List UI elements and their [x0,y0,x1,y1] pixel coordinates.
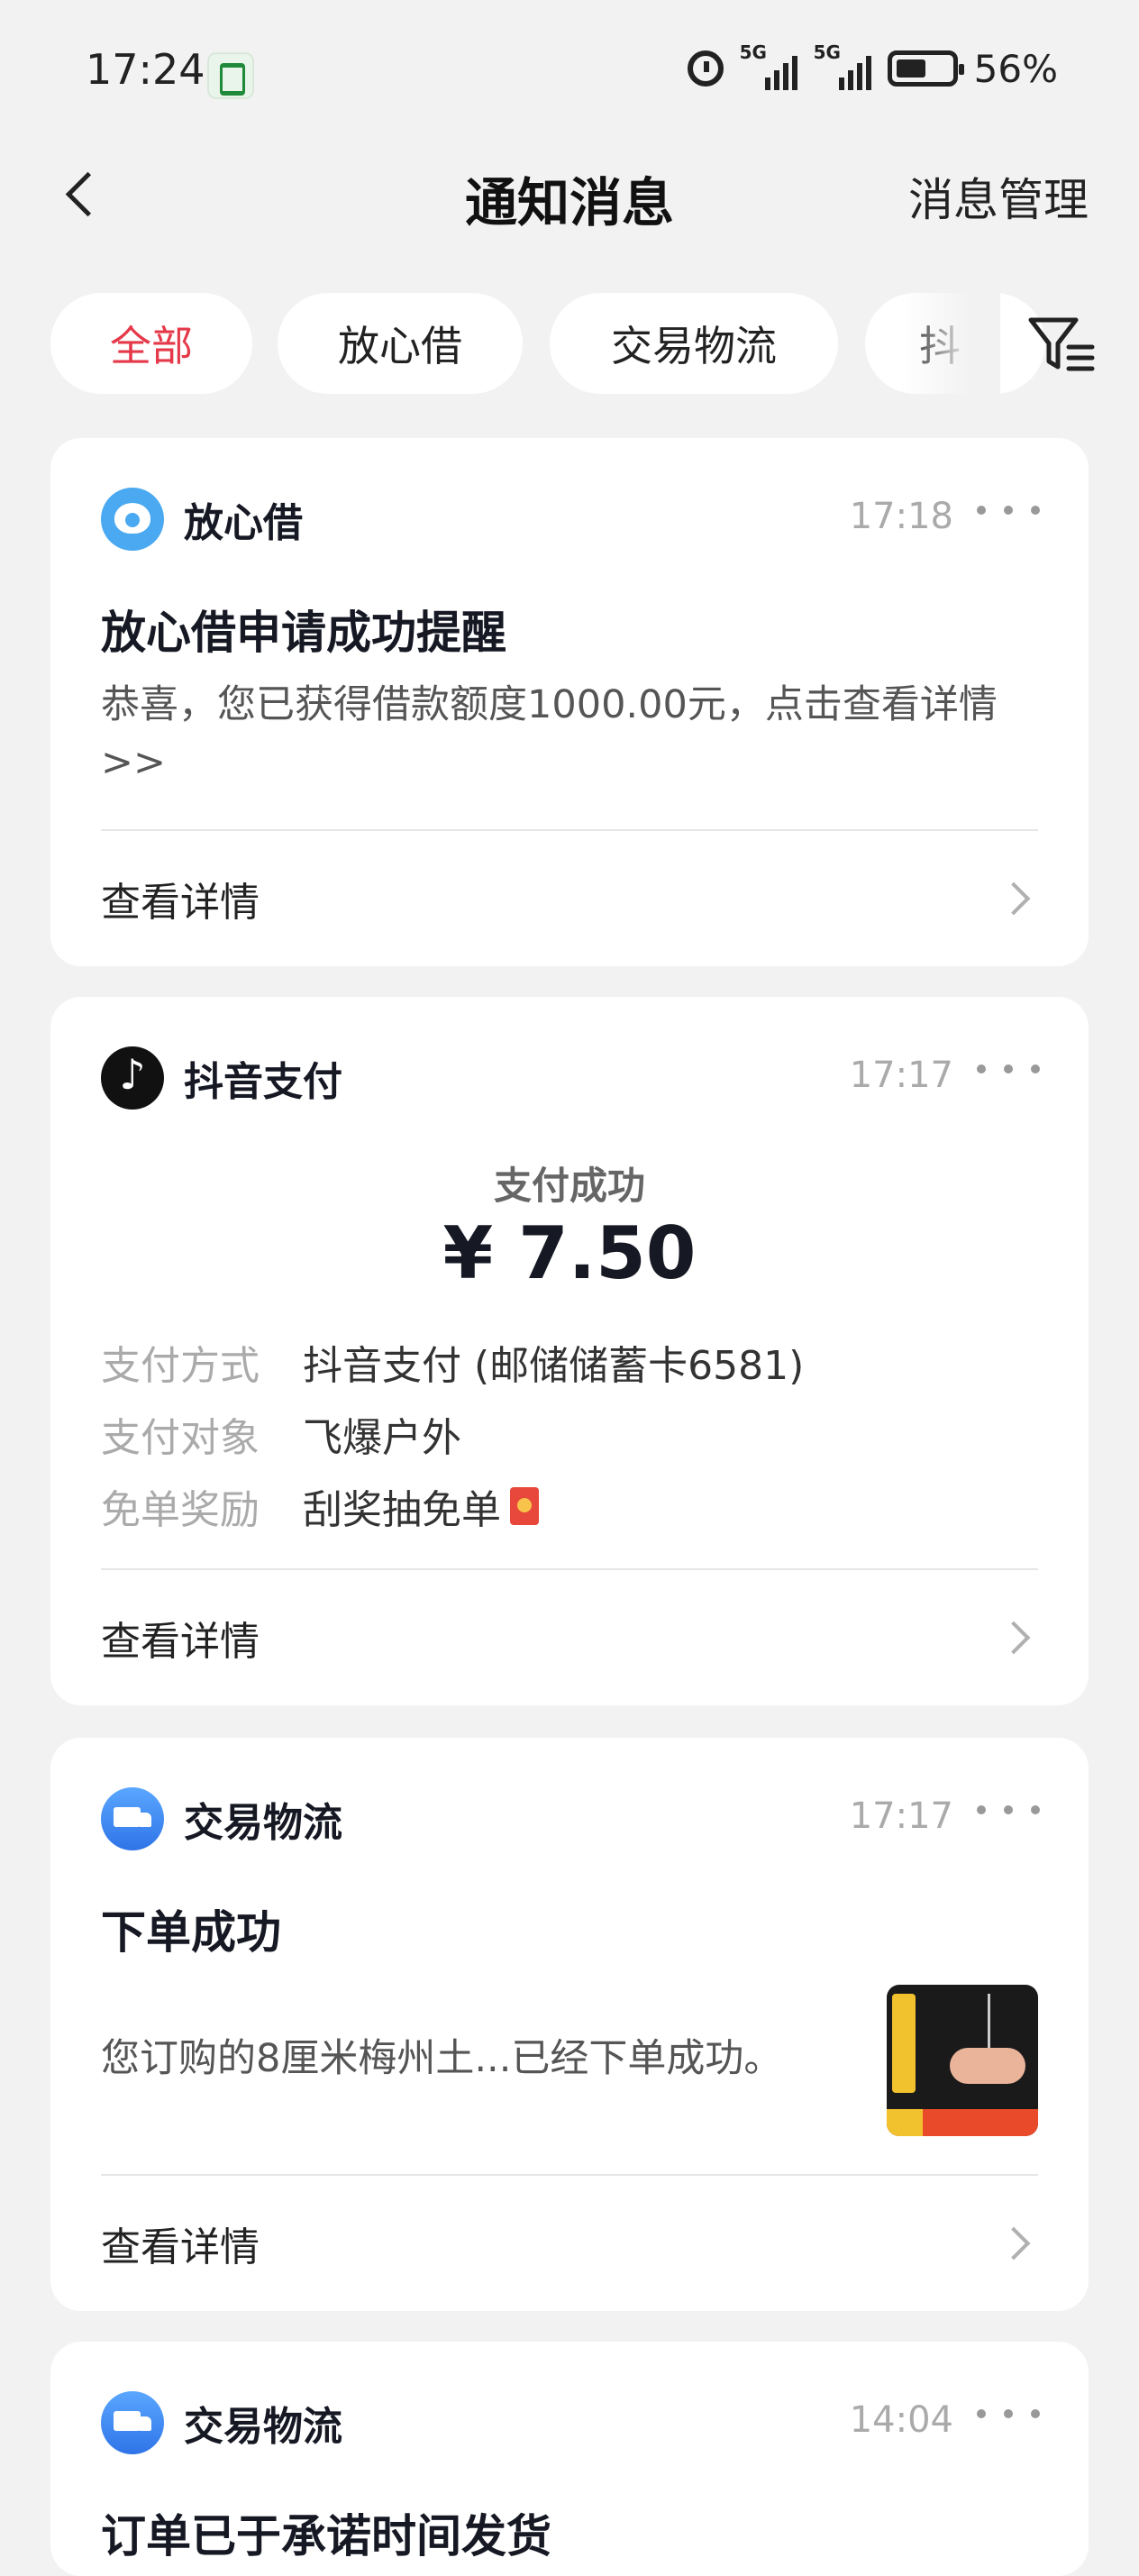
view-details-row[interactable]: 查看详情 [101,1602,1038,1674]
category-tabs: 全部 放心借 交易物流 抖 [0,293,1139,399]
card-header: 交易物流 [101,1786,342,1851]
card-title: 放心借申请成功提醒 [101,607,506,659]
status-icons: 5G 5G 56% [687,41,1058,94]
card-source: 放心借 [184,500,303,546]
payment-method-row: 支付方式 抖音支付 (邮储储蓄卡6581) [101,1330,804,1393]
field-value: 抖音支付 (邮储储蓄卡6581) [303,1343,805,1389]
logistics-truck-icon [101,2391,164,2454]
signal-label: 5G [813,41,841,63]
view-details-row[interactable]: 查看详情 [101,2207,1038,2279]
field-key: 支付对象 [101,1415,260,1461]
card-title: 下单成功 [101,1906,281,1959]
notification-card-fangxinjie[interactable]: 放心借 17:18 放心借申请成功提醒 恭喜，您已获得借款额度1000.00元，… [50,438,1089,966]
field-value: 飞爆户外 [303,1415,461,1461]
free-order-reward-row: 免单奖励 刮奖抽免单 [101,1475,539,1538]
fangxinjie-logo-icon [101,488,164,551]
card-body: 您订购的8厘米梅州土...已经下单成功。 [101,2036,783,2081]
card-time: 17:17 [849,1795,953,1837]
tab-all[interactable]: 全部 [50,293,252,394]
filter-icon[interactable] [1024,307,1099,383]
more-options-icon[interactable] [977,1792,1040,1828]
card-source: 交易物流 [184,1800,342,1846]
logistics-truck-icon [101,1787,164,1850]
payment-amount: ¥ 7.50 [442,1211,697,1295]
card-time: 14:04 [849,2399,953,2441]
douyin-logo-icon [101,1046,164,1110]
view-details-label: 查看详情 [101,2224,260,2270]
postal-app-icon [207,52,254,99]
card-source: 抖音支付 [184,1059,342,1105]
card-source: 交易物流 [184,2404,342,2450]
nav-header: 通知消息 消息管理 [0,135,1139,252]
notification-card-douyin-pay[interactable]: 抖音支付 17:17 支付成功 ¥ 7.50 支付方式 抖音支付 (邮储储蓄卡6… [50,997,1089,1705]
alarm-icon [687,50,724,87]
view-details-label: 查看详情 [101,880,260,926]
status-time: 17:24 [86,45,205,94]
status-bar: 17:24 5G 5G 56% [0,0,1139,135]
signal-label: 5G [739,41,767,63]
tabs-fade-overlay [901,293,1000,399]
signal-5g-icon: 5G [740,41,797,90]
signal-5g-icon: 5G [814,41,871,90]
chevron-right-icon [997,2226,1031,2261]
chevron-right-icon [997,1621,1031,1655]
notification-card-order-placed[interactable]: 交易物流 17:17 下单成功 您订购的8厘米梅州土...已经下单成功。 查看详… [50,1738,1089,2311]
field-key: 支付方式 [101,1343,260,1389]
product-thumbnail[interactable] [887,1985,1038,2136]
payment-status: 支付成功 [493,1164,645,1208]
card-divider [101,2174,1038,2176]
more-options-icon[interactable] [977,1051,1040,1087]
field-key: 免单奖励 [101,1487,260,1533]
card-header: 放心借 [101,487,303,552]
view-details-row[interactable]: 查看详情 [101,863,1038,935]
chevron-right-icon [997,882,1031,916]
card-title: 订单已于承诺时间发货 [101,2510,551,2562]
battery-icon [887,50,964,87]
card-divider [101,1568,1038,1570]
view-details-label: 查看详情 [101,1619,260,1665]
red-packet-icon [510,1487,539,1525]
more-options-icon[interactable] [977,492,1040,528]
card-time: 17:17 [849,1055,953,1096]
message-manage-button[interactable]: 消息管理 [908,164,1089,229]
card-body: 恭喜，您已获得借款额度1000.00元，点击查看详情>> [101,682,998,785]
battery-percent: 56% [973,46,1058,91]
payment-target-row: 支付对象 飞爆户外 [101,1402,461,1466]
tab-trade-logistics[interactable]: 交易物流 [550,293,838,394]
field-value: 刮奖抽免单 [303,1487,501,1533]
card-divider [101,829,1038,831]
card-header: 抖音支付 [101,1046,342,1110]
more-options-icon[interactable] [977,2396,1040,2432]
card-header: 交易物流 [101,2390,342,2455]
card-time: 17:18 [849,496,953,537]
tab-fangxinjie[interactable]: 放心借 [278,293,523,394]
notification-card-shipped[interactable]: 交易物流 14:04 订单已于承诺时间发货 [50,2342,1089,2576]
